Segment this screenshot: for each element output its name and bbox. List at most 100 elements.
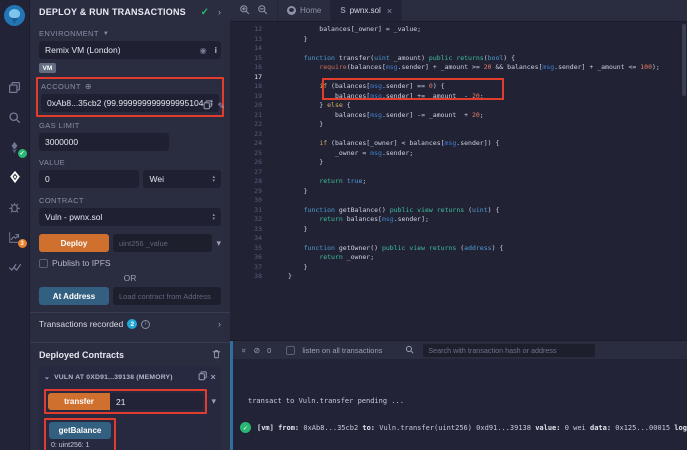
value-amount: 0 [45, 174, 50, 184]
remove-contract-icon[interactable]: × [211, 372, 216, 382]
code-text: require(balances[msg.sender] + _amount >… [270, 63, 660, 73]
transfer-arg-input[interactable]: 21 [110, 393, 203, 410]
transaction-result-row[interactable]: ✓ [vm] from: 0xAb8...35cb2 to: Vuln.tran… [240, 424, 677, 433]
code-row[interactable]: 32 return balances[msg.sender]; [230, 215, 687, 225]
copy-contract-address-icon[interactable] [198, 371, 207, 383]
expand-deploy-icon[interactable]: ▾ [216, 238, 221, 249]
line-number: 36 [230, 253, 270, 263]
code-row[interactable]: 17 [230, 73, 687, 83]
at-address-input[interactable]: Load contract from Address [113, 287, 221, 305]
code-row[interactable]: 27 [230, 168, 687, 178]
transactions-recorded-row[interactable]: Transactions recorded 2 i › [39, 313, 221, 335]
code-text: function transfer(uint _amount) public r… [270, 54, 515, 64]
line-number: 34 [230, 234, 270, 244]
toggle-terminal-icon[interactable]: » [240, 348, 249, 352]
terminal-search-placeholder: Search with transaction hash or address [428, 346, 556, 355]
code-row[interactable]: 22 } [230, 120, 687, 130]
environment-select[interactable]: Remix VM (London) ◉ i [39, 41, 221, 59]
code-row[interactable]: 24 if (balances[_owner] < balances[msg.s… [230, 139, 687, 149]
deploy-run-panel: DEPLOY & RUN TRANSACTIONS ✓ › ENVIRONMEN… [30, 0, 230, 450]
code-row[interactable]: 19 balances[msg.sender] += _amount - 20; [230, 92, 687, 102]
code-row[interactable]: 30 [230, 196, 687, 206]
expand-transfer-icon[interactable]: ▾ [211, 396, 216, 407]
funnel-icon[interactable]: ▼ [103, 31, 109, 37]
tab-pwnx-sol[interactable]: S pwnx.sol × [330, 0, 402, 21]
line-number: 33 [230, 225, 270, 235]
listen-all-checkbox[interactable] [286, 346, 295, 355]
terminal-search-input[interactable]: Search with transaction hash or address [423, 344, 595, 357]
collapse-panel-icon[interactable]: › [218, 7, 221, 17]
home-logo-icon [287, 6, 296, 15]
code-row[interactable]: 25 _owner = msg.sender; [230, 149, 687, 159]
plus-circle-icon[interactable]: ⊕ [85, 82, 92, 91]
getbalance-result: 0: uint256: 1 [51, 442, 111, 449]
code-row[interactable]: 15 function transfer(uint _amount) publi… [230, 54, 687, 64]
debugger-icon[interactable] [0, 192, 30, 222]
code-lines: 12 balances[_owner] = _value;13 }1415 fu… [230, 25, 687, 282]
zoom-in-icon[interactable] [239, 2, 250, 20]
code-row[interactable]: 26 } [230, 158, 687, 168]
pending-tx-count: 0 [267, 346, 271, 355]
code-row[interactable]: 18 if (balances[msg.sender] == 0) { [230, 82, 687, 92]
code-row[interactable]: 20 } else { [230, 101, 687, 111]
code-row[interactable]: 38} [230, 272, 687, 282]
zoom-out-icon[interactable] [257, 2, 268, 20]
value-unit: Wei [149, 174, 209, 184]
environment-value: Remix VM (London) [45, 45, 200, 55]
terminal: » ⊘ 0 listen on all transactions Search … [230, 340, 687, 450]
publish-ipfs-checkbox[interactable] [39, 259, 48, 268]
check-icon: ✓ [201, 7, 209, 18]
value-input[interactable]: 0 [39, 170, 139, 188]
line-number: 14 [230, 44, 270, 54]
tab-home[interactable]: Home [277, 0, 330, 21]
code-row[interactable]: 23 [230, 130, 687, 140]
deploy-value-input[interactable]: uint256 _value [113, 234, 212, 252]
gas-limit-input[interactable]: 3000000 [39, 133, 169, 151]
code-row[interactable]: 13 } [230, 35, 687, 45]
terminal-log[interactable]: transact to Vuln.transfer pending ... ✓ … [230, 359, 687, 437]
contract-label: CONTRACT [39, 196, 84, 205]
plug-icon: ◉ [200, 46, 207, 55]
code-row[interactable]: 34 [230, 234, 687, 244]
code-row[interactable]: 12 balances[_owner] = _value; [230, 25, 687, 35]
edit-account-icon[interactable]: ✎ [217, 101, 225, 112]
deployed-contracts-title: Deployed Contracts [39, 350, 212, 360]
editor-scrollbar[interactable] [682, 24, 686, 96]
code-row[interactable]: 28 return true; [230, 177, 687, 187]
line-number: 31 [230, 206, 270, 216]
deploy-run-icon[interactable] [0, 162, 30, 192]
code-row[interactable]: 37 } [230, 263, 687, 273]
transactions-info-icon[interactable]: i [141, 320, 150, 329]
copy-account-icon[interactable] [203, 100, 212, 112]
search-icon[interactable] [0, 102, 30, 132]
code-row[interactable]: 16 require(balances[msg.sender] + _amoun… [230, 63, 687, 73]
code-text: } [270, 187, 308, 197]
deploy-button[interactable]: Deploy [39, 234, 109, 252]
getbalance-button[interactable]: getBalance [49, 422, 111, 439]
file-explorer-icon[interactable] [0, 72, 30, 102]
code-editor[interactable]: 12 balances[_owner] = _value;13 }1415 fu… [230, 22, 687, 340]
trash-icon[interactable] [212, 349, 221, 361]
pending-message: transact to Vuln.transfer pending ... [248, 397, 677, 405]
expand-transactions-icon[interactable]: › [218, 319, 221, 329]
at-address-button[interactable]: At Address [39, 287, 109, 305]
code-row[interactable]: 14 [230, 44, 687, 54]
code-row[interactable]: 31 function getBalance() public view ret… [230, 206, 687, 216]
environment-info-icon[interactable]: i [215, 45, 217, 55]
collapse-contract-icon[interactable]: ⌄ [44, 373, 50, 381]
code-row[interactable]: 35 function getOwner() public view retur… [230, 244, 687, 254]
analysis-icon[interactable]: 3 [0, 222, 30, 252]
code-text: } [270, 158, 323, 168]
unit-testing-icon[interactable] [0, 252, 30, 282]
contract-select[interactable]: Vuln - pwnx.sol ▴▾ [39, 208, 221, 226]
value-unit-select[interactable]: Wei ▴▾ [143, 170, 221, 188]
solidity-compiler-icon[interactable]: ✓ [0, 132, 30, 162]
clear-console-icon[interactable]: ⊘ [253, 346, 260, 355]
code-row[interactable]: 29 } [230, 187, 687, 197]
transfer-button[interactable]: transfer [48, 393, 110, 410]
code-row[interactable]: 36 return _owner; [230, 253, 687, 263]
close-tab-icon[interactable]: × [387, 6, 392, 16]
code-row[interactable]: 33 } [230, 225, 687, 235]
code-row[interactable]: 21 balances[msg.sender] -= _amount + 20; [230, 111, 687, 121]
line-number: 35 [230, 244, 270, 254]
